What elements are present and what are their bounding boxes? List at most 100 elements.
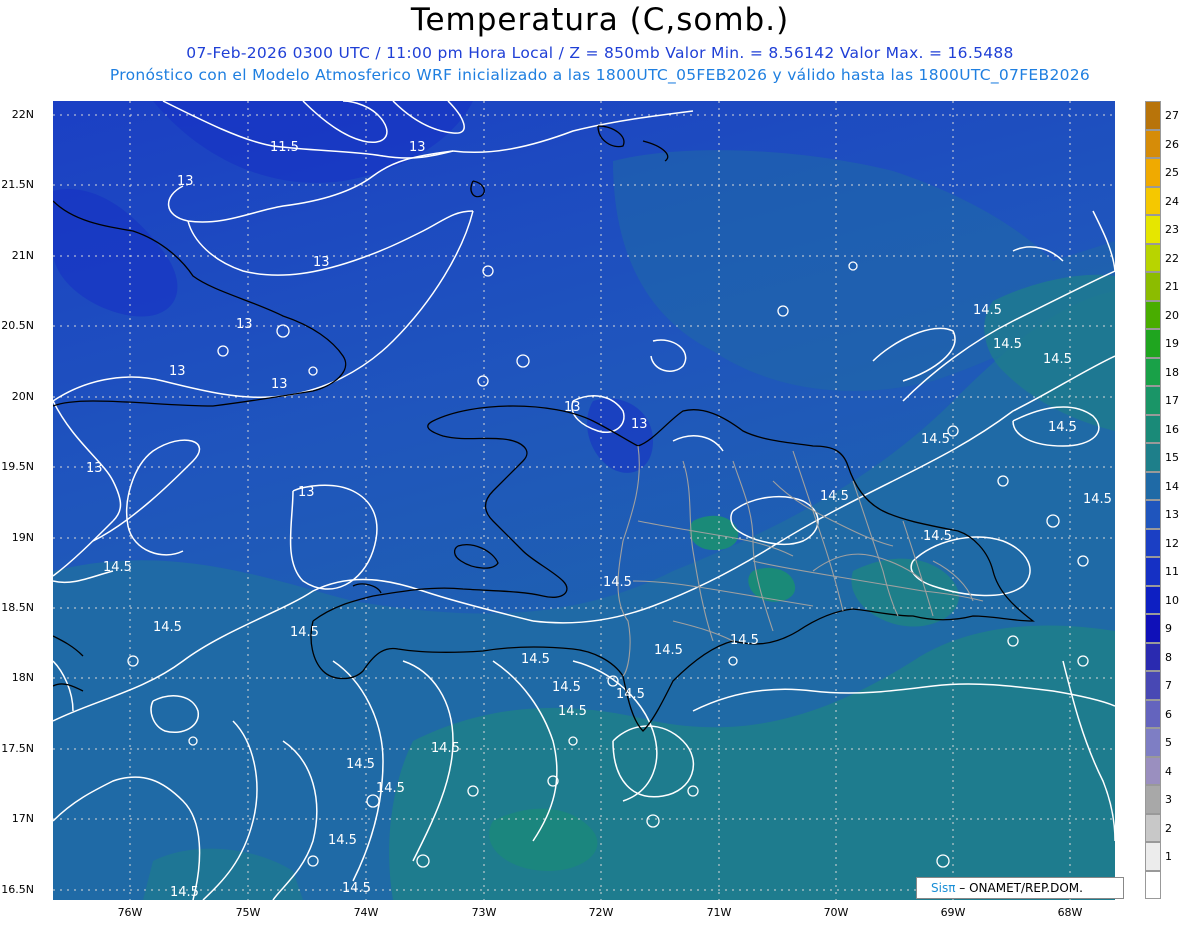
legend-label: 10 bbox=[1165, 593, 1179, 607]
lat-label-20n: 20N bbox=[11, 390, 34, 403]
contour-label: 14.5 bbox=[973, 303, 1002, 318]
legend-label: 15 bbox=[1165, 451, 1179, 464]
lat-label-19-5n: 19.5N bbox=[1, 460, 34, 473]
legend-label: 18 bbox=[1165, 365, 1179, 379]
lat-label-20-5n: 20.5N bbox=[1, 319, 34, 332]
legend-label: 20 bbox=[1165, 308, 1179, 322]
contour-label: 14.5 bbox=[328, 833, 357, 848]
lat-label-17n: 17N bbox=[11, 812, 34, 825]
legend-swatch bbox=[1145, 129, 1161, 158]
legend-label: 21 bbox=[1165, 280, 1179, 293]
legend-label: 23 bbox=[1165, 223, 1179, 236]
lon-label-70w: 70W bbox=[823, 906, 849, 919]
contour-label: 14.5 bbox=[521, 652, 550, 667]
lon-label-75w: 75W bbox=[235, 906, 261, 919]
contour-label: 14.5 bbox=[603, 575, 632, 590]
contour-label: 13 bbox=[409, 140, 426, 155]
lon-label-71w: 71W bbox=[706, 906, 732, 919]
legend-swatch bbox=[1145, 243, 1161, 272]
legend-swatch bbox=[1145, 471, 1161, 500]
contour-label: 14.5 bbox=[153, 620, 182, 635]
contour-label: 13 bbox=[631, 417, 648, 432]
sispi-logo-text: Sisπ bbox=[931, 881, 956, 895]
legend-label: 6 bbox=[1165, 707, 1172, 721]
contour-label: 14.5 bbox=[431, 741, 460, 756]
lat-label-18n: 18N bbox=[11, 671, 34, 684]
legend-label: 1 bbox=[1165, 850, 1172, 863]
contour-label: 14.5 bbox=[290, 625, 319, 640]
legend-swatch bbox=[1145, 728, 1161, 757]
legend-swatch bbox=[1145, 557, 1161, 586]
legend-swatch bbox=[1145, 813, 1161, 842]
contour-label: 13 bbox=[177, 174, 194, 189]
legend-label: 2 bbox=[1165, 821, 1172, 835]
contour-label: 14.5 bbox=[923, 529, 952, 544]
contour-label: 14.5 bbox=[1048, 420, 1077, 435]
contour-label: 14.5 bbox=[376, 781, 405, 796]
model-info-line: Pronóstico con el Modelo Atmosferico WRF… bbox=[109, 66, 1091, 84]
legend-label: 27 bbox=[1165, 109, 1179, 122]
legend-label: 19 bbox=[1165, 337, 1179, 350]
lat-label-16-5n: 16.5N bbox=[1, 883, 34, 896]
legend-label: 11 bbox=[1165, 565, 1179, 578]
legend-label: 25 bbox=[1165, 166, 1179, 179]
contour-label: 14.5 bbox=[820, 489, 849, 504]
contour-label: 13 bbox=[86, 461, 103, 476]
lat-label-21-5n: 21.5N bbox=[1, 178, 34, 191]
contour-label: 14.5 bbox=[558, 704, 587, 719]
lat-label-22n: 22N bbox=[11, 108, 34, 121]
contour-label: 14.5 bbox=[1043, 352, 1072, 367]
contour-label: 13 bbox=[298, 485, 315, 500]
contour-label: 14.5 bbox=[921, 432, 950, 447]
contour-label: 13 bbox=[236, 317, 253, 332]
contour-label: 13 bbox=[271, 377, 288, 392]
legend-label: 12 bbox=[1165, 536, 1179, 550]
legend-swatch bbox=[1145, 842, 1161, 871]
lat-label-18-5n: 18.5N bbox=[1, 601, 34, 614]
contour-label: 13 bbox=[169, 364, 186, 379]
contour-label: 13 bbox=[313, 255, 330, 270]
legend-label: 5 bbox=[1165, 736, 1172, 749]
lon-label-69w: 69W bbox=[940, 906, 966, 919]
contour-label: 14.5 bbox=[103, 560, 132, 575]
legend-swatch bbox=[1145, 870, 1161, 899]
legend-label: 8 bbox=[1165, 650, 1172, 664]
contour-label: 14.5 bbox=[346, 757, 375, 772]
contour-label: 14.5 bbox=[730, 633, 759, 648]
legend-swatch bbox=[1145, 671, 1161, 700]
legend-label: 16 bbox=[1165, 422, 1179, 436]
contour-label: 14.5 bbox=[654, 643, 683, 658]
legend-swatch bbox=[1145, 642, 1161, 671]
legend-swatch bbox=[1145, 443, 1161, 472]
legend-swatch bbox=[1145, 528, 1161, 557]
lat-label-21n: 21N bbox=[11, 249, 34, 262]
lon-label-74w: 74W bbox=[353, 906, 379, 919]
legend-swatch bbox=[1145, 785, 1161, 814]
legend-label: 17 bbox=[1165, 394, 1179, 407]
legend-label: 9 bbox=[1165, 622, 1172, 635]
credit-box: Sisπ – ONAMET/REP.DOM. bbox=[916, 877, 1124, 899]
legend-swatch bbox=[1145, 357, 1161, 386]
legend-label: 7 bbox=[1165, 679, 1172, 692]
lat-label-19n: 19N bbox=[11, 531, 34, 544]
legend-swatch bbox=[1145, 756, 1161, 785]
legend-swatch bbox=[1145, 699, 1161, 728]
forecast-time-line: 07-Feb-2026 0300 UTC / 11:00 pm Hora Loc… bbox=[186, 44, 1014, 62]
legend-swatch bbox=[1145, 101, 1161, 130]
legend-swatch bbox=[1145, 329, 1161, 358]
legend-label: 14 bbox=[1165, 479, 1179, 493]
map-canvas bbox=[53, 101, 1115, 900]
legend-swatch bbox=[1145, 386, 1161, 415]
legend-label: 24 bbox=[1165, 194, 1179, 208]
legend-swatch bbox=[1145, 215, 1161, 244]
map-title: Temperatura (C,somb.) bbox=[410, 2, 790, 38]
lon-label-73w: 73W bbox=[471, 906, 497, 919]
credit-text: – ONAMET/REP.DOM. bbox=[959, 881, 1083, 895]
legend-swatch bbox=[1145, 272, 1161, 301]
contour-label: 14.5 bbox=[170, 885, 199, 900]
contour-label: 13 bbox=[564, 400, 581, 415]
legend-swatch bbox=[1145, 585, 1161, 614]
map-panel bbox=[53, 101, 1115, 900]
legend-swatch bbox=[1145, 614, 1161, 643]
legend-label: 26 bbox=[1165, 137, 1179, 151]
